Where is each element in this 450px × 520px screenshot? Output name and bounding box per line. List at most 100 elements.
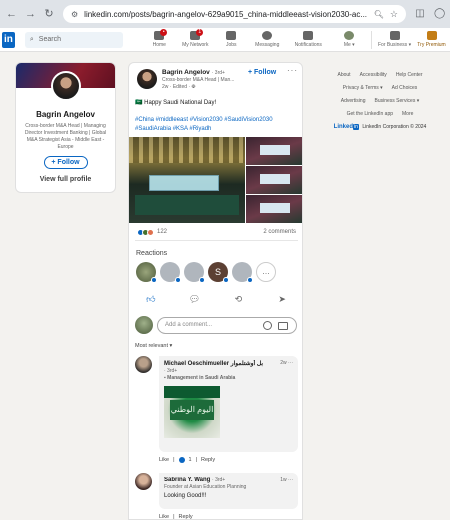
profile-follow-button[interactable]: + Follow xyxy=(43,156,88,169)
like-link[interactable]: Like xyxy=(159,457,169,463)
nav-jobs[interactable]: Jobs xyxy=(213,31,249,48)
post-text: 🇸🇦 Happy Saudi National Day! #China #mid… xyxy=(129,99,302,134)
message-icon xyxy=(262,31,273,40)
nav-for-business[interactable]: For Business ▾ xyxy=(376,31,413,48)
image-screen xyxy=(260,145,290,155)
zoom-icon[interactable]: 🔍︎ xyxy=(374,10,384,19)
home-badge: • xyxy=(160,29,168,36)
comment-author[interactable]: Sabrina Y. Wang xyxy=(164,477,210,483)
like-count-icon xyxy=(178,457,185,463)
post-image-main[interactable] xyxy=(129,137,245,223)
comment-placeholder: Add a comment... xyxy=(165,322,213,328)
image-caption: اليوم الوطني xyxy=(170,400,214,420)
nav-try-premium[interactable]: Try Premium xyxy=(413,31,450,48)
photo-icon[interactable] xyxy=(278,322,288,330)
footer-link-accessibility[interactable]: Accessibility xyxy=(360,72,387,78)
comment-author-headline: Management in Saudi Arabia xyxy=(167,375,236,381)
reaction-icons[interactable] xyxy=(137,228,154,236)
reactions-count[interactable]: 122 xyxy=(157,229,167,235)
footer-link-help[interactable]: Help Center xyxy=(396,72,423,78)
profile-name[interactable]: Bagrin Angelov xyxy=(16,110,115,119)
like-link[interactable]: Like xyxy=(159,514,169,519)
footer-link-business-services[interactable]: Business Services ▾ xyxy=(374,98,419,104)
post-image-3[interactable] xyxy=(246,166,302,194)
footer-link-about[interactable]: About xyxy=(338,72,351,78)
nav-divider xyxy=(371,30,373,49)
comment-image[interactable]: اليوم الوطني xyxy=(164,386,220,438)
footer-link-more[interactable]: More xyxy=(402,111,413,117)
reply-link[interactable]: Reply xyxy=(201,457,215,463)
back-arrow-icon[interactable]: ← xyxy=(6,9,17,20)
post-image-2[interactable] xyxy=(246,137,302,165)
nav-me[interactable]: Me ▾ xyxy=(331,31,367,48)
post-image-4[interactable] xyxy=(246,195,302,223)
emoji-icon[interactable] xyxy=(263,321,272,330)
post-header: Bagrin Angelov · 3rd+ Cross-border M&A H… xyxy=(129,63,302,99)
post-actions: 👍︎ 💬︎ ⟲ ➤ xyxy=(129,291,302,307)
nav-messaging[interactable]: Messaging xyxy=(249,31,285,48)
comment-time[interactable]: 2w ··· xyxy=(280,360,293,366)
comment-actions: Like | 1 | Reply xyxy=(159,457,216,463)
reload-icon[interactable]: ↻ xyxy=(44,9,54,20)
post-image-grid[interactable] xyxy=(129,137,302,223)
send-icon[interactable]: ➤ xyxy=(276,294,288,304)
image-ceiling xyxy=(129,137,245,163)
image-screen xyxy=(260,174,290,184)
sort-comments-dropdown[interactable]: Most relevant ▾ xyxy=(135,343,172,349)
comment-time[interactable]: 1w ··· xyxy=(280,477,293,483)
avatar[interactable] xyxy=(135,356,152,373)
footer-link-app[interactable]: Get the LinkedIn app xyxy=(347,111,393,117)
post-author-name[interactable]: Bagrin Angelov xyxy=(162,69,210,76)
extensions-icon[interactable]: ◫ xyxy=(415,9,425,19)
comment-input[interactable]: Add a comment... xyxy=(157,317,297,334)
avatar[interactable] xyxy=(184,262,205,283)
forward-arrow-icon[interactable]: → xyxy=(25,9,36,20)
search-input[interactable]: ⌕ Search xyxy=(24,31,124,48)
avatar[interactable] xyxy=(135,473,152,490)
profile-avatar[interactable] xyxy=(51,71,81,101)
site-info-icon[interactable]: ⚙ xyxy=(71,10,78,19)
address-bar[interactable]: ⚙ linkedin.com/posts/bagrin-angelov-629a… xyxy=(63,5,406,23)
avatar[interactable]: S xyxy=(208,262,229,283)
comment-author-headline: Founder at Asian Education Planning xyxy=(164,484,247,490)
post-author-degree: · 3rd+ xyxy=(211,70,225,76)
linkedin-in-icon: in xyxy=(353,124,359,130)
bookmark-star-icon[interactable]: ☆ xyxy=(390,9,398,20)
social-counts: 122 2 comments xyxy=(129,225,302,239)
more-reactors-button[interactable]: … xyxy=(256,262,276,282)
comment-icon[interactable]: 💬︎ xyxy=(189,294,201,304)
footer-link-ad-choices[interactable]: Ad Choices xyxy=(392,85,418,91)
footer-copyright: LinkedIn Corporation © 2024 xyxy=(362,124,427,130)
linkedin-logo[interactable]: in xyxy=(2,31,15,48)
image-screen xyxy=(149,175,219,191)
image-screen xyxy=(260,203,290,213)
comment-degree: · 3rd+ xyxy=(164,368,178,374)
comments-count[interactable]: 2 comments xyxy=(263,229,296,235)
post-hashtags[interactable]: #China #middleeast #Vision2030 #SaudiVis… xyxy=(135,116,296,134)
globe-icon: 🌐︎ xyxy=(191,84,196,90)
reaction-badge xyxy=(223,277,229,283)
linkedin-navbar: in ⌕ Search Home • My Network 1 Jobs Mes… xyxy=(0,28,450,52)
image-banner xyxy=(164,386,220,398)
footer-brand: Linkedin LinkedIn Corporation © 2024 xyxy=(330,124,430,130)
profile-icon[interactable]: ◯ xyxy=(434,9,445,19)
more-options-icon[interactable]: ··· xyxy=(287,66,298,75)
comment-bubble: Michael Oeschimueller بل أوشتلموار · 3rd… xyxy=(159,356,298,452)
view-full-profile-link[interactable]: View full profile xyxy=(16,176,115,183)
footer-link-privacy[interactable]: Privacy & Terms ▾ xyxy=(343,85,383,91)
like-icon[interactable]: 👍︎ xyxy=(145,294,157,304)
reply-link[interactable]: Reply xyxy=(179,514,193,519)
repost-icon[interactable]: ⟲ xyxy=(232,294,244,304)
nav-home[interactable]: Home • xyxy=(141,29,177,48)
comment-author[interactable]: Michael Oeschimueller بل أوشتلموار xyxy=(164,361,263,367)
post-follow-button[interactable]: + Follow xyxy=(248,69,276,76)
avatar[interactable] xyxy=(232,262,253,283)
comment-text: Looking Good!!! xyxy=(164,493,207,499)
post-author-avatar[interactable] xyxy=(137,69,157,89)
avatar[interactable] xyxy=(136,262,157,283)
avatar[interactable] xyxy=(160,262,181,283)
nav-my-network[interactable]: My Network 1 xyxy=(177,29,213,48)
footer-link-advertising[interactable]: Advertising xyxy=(341,98,366,104)
nav-notifications[interactable]: Notifications xyxy=(285,31,331,48)
bell-icon xyxy=(303,31,314,40)
